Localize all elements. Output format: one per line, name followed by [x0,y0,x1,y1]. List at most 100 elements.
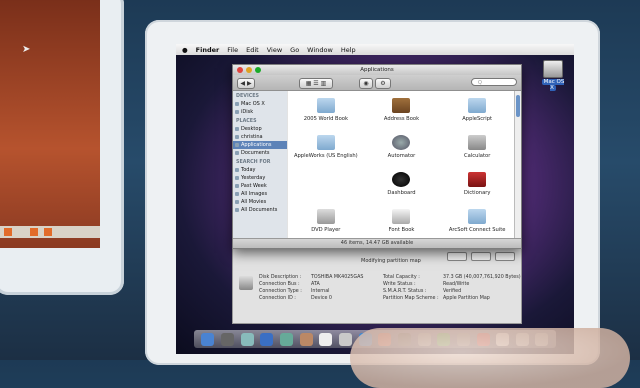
sidebar-item-macosx[interactable]: Mac OS X [233,100,287,108]
app-item[interactable]: Calculator [439,128,515,165]
taskbar-icon [30,228,38,236]
disk-icon [239,276,253,290]
sidebar-item-today[interactable]: Today [233,166,287,174]
info-value: TOSHIBA MK4025GAS [311,275,364,280]
info-value: ATA [311,282,320,287]
info-value: 37.3 GB (40,007,761,920 Bytes) [443,275,521,280]
menu-file[interactable]: File [227,46,238,54]
vertical-scrollbar[interactable] [514,91,521,239]
app-item-label: Address Book [383,115,420,122]
app-item[interactable]: DVD Player [288,202,364,239]
app-item-label: Dashboard [387,189,416,196]
search-field[interactable]: Q [471,78,517,86]
calculator-icon [468,134,487,150]
finder-titlebar[interactable]: Applications [233,65,521,75]
finder-toolbar: ◀ ▶ ▦ ☰ ▥ ◉ ⚙ Q [233,75,521,91]
ichat-dock-icon[interactable] [279,332,293,346]
sidebar-item-home[interactable]: christina [233,133,287,141]
app-item[interactable]: Dictionary [439,165,515,202]
left-device: ➤ [0,0,124,295]
preview-dock-icon[interactable] [338,332,352,346]
safari-dock-icon[interactable] [260,332,274,346]
empty-cell [288,165,364,202]
disk-utility-window: Modifying partition map Disk Description… [232,247,522,324]
sidebar-item-past-week[interactable]: Past Week [233,182,287,190]
app-item-label: Font Book [388,226,415,233]
font-book-icon [392,208,411,224]
close-icon[interactable] [237,67,243,73]
app-item[interactable]: Dashboard [364,165,440,202]
app-item[interactable]: Font Book [364,202,440,239]
taskbar-icon [44,228,52,236]
dashboard-dock-icon[interactable] [220,332,234,346]
sidebar-item-applications[interactable]: Applications [233,141,287,149]
info-label: Connection ID : [259,296,296,301]
desktop-volume[interactable]: Mac OS X [540,60,566,91]
desktop-volume-label: Mac OS X [541,79,565,91]
menu-edit[interactable]: Edit [246,46,259,54]
zoom-icon[interactable] [255,67,261,73]
disk-action-button[interactable] [447,252,467,261]
disk-action-button[interactable] [471,252,491,261]
info-label: Connection Bus : [259,282,300,287]
folder-icon [468,97,487,113]
sidebar-item-idisk[interactable]: iDisk [233,108,287,116]
sidebar-item-documents[interactable]: Documents [233,149,287,157]
sidebar-search-header: SEARCH FOR [236,160,271,165]
finder-sidebar: DEVICES Mac OS X iDisk PLACES Desktop ch… [233,91,287,239]
info-value: Verified [443,289,462,294]
app-item[interactable]: Automator [364,128,440,165]
menu-view[interactable]: View [267,46,282,54]
app-item-label: Dictionary [463,189,491,196]
sidebar-item-desktop[interactable]: Desktop [233,125,287,133]
sidebar-item-all-movies[interactable]: All Movies [233,198,287,206]
left-device-screen [0,0,100,248]
info-label: Partition Map Scheme : [383,296,439,301]
sidebar-item-all-documents[interactable]: All Documents [233,206,287,214]
info-value: Read/Write [443,282,470,287]
menu-window[interactable]: Window [307,46,333,54]
disk-buttons [447,252,515,261]
app-item[interactable]: Address Book [364,91,440,128]
app-item[interactable]: AppleWorks (US English) [288,128,364,165]
menu-go[interactable]: Go [290,46,299,54]
app-item[interactable]: ArcSoft Connect Suite [439,202,515,239]
window-controls [237,67,261,73]
sidebar-devices-header: DEVICES [236,94,260,99]
taskbar-icon [4,228,12,236]
scroll-thumb[interactable] [516,95,520,117]
info-value: Device 0 [311,296,332,301]
view-mode-buttons[interactable]: ▦ ☰ ▥ [299,78,333,89]
app-item-label: 2005 World Book [303,115,348,122]
sidebar-item-all-images[interactable]: All Images [233,190,287,198]
app-item[interactable]: 2005 World Book [288,91,364,128]
apple-menu-icon[interactable]: ● [182,46,188,54]
address-book-dock-icon[interactable] [299,332,313,346]
app-item-label: AppleScript [462,115,493,122]
menu-help[interactable]: Help [341,46,356,54]
info-label: Connection Type : [259,289,302,294]
ical-dock-icon[interactable] [319,332,333,346]
app-item[interactable]: AppleScript [439,91,515,128]
window-title: Applications [360,67,394,73]
back-forward-button[interactable]: ◀ ▶ [237,78,255,89]
info-value: Internal [311,289,330,294]
disk-action-button[interactable] [495,252,515,261]
folder-icon [316,134,335,150]
minimize-icon[interactable] [246,67,252,73]
mail-dock-icon[interactable] [240,332,254,346]
info-label: S.M.A.R.T. Status : [383,289,427,294]
app-item-label: Calculator [463,152,491,159]
info-value: Apple Partition Map [443,296,490,301]
menu-bar: ● Finder File Edit View Go Window Help [176,44,574,55]
hard-drive-icon [543,60,563,78]
info-label: Write Status : [383,282,416,287]
action-gear-icon[interactable]: ⚙ [375,78,391,89]
quick-look-icon[interactable]: ◉ [359,78,373,89]
repair-status: Modifying partition map [361,258,421,264]
finder-window: Applications ◀ ▶ ▦ ☰ ▥ ◉ ⚙ Q DEVICES Mac… [232,64,522,249]
menu-finder[interactable]: Finder [196,46,220,54]
finder-dock-icon[interactable] [201,332,215,346]
icon-grid: 2005 World Book Address Book AppleScript… [288,91,515,239]
sidebar-item-yesterday[interactable]: Yesterday [233,174,287,182]
